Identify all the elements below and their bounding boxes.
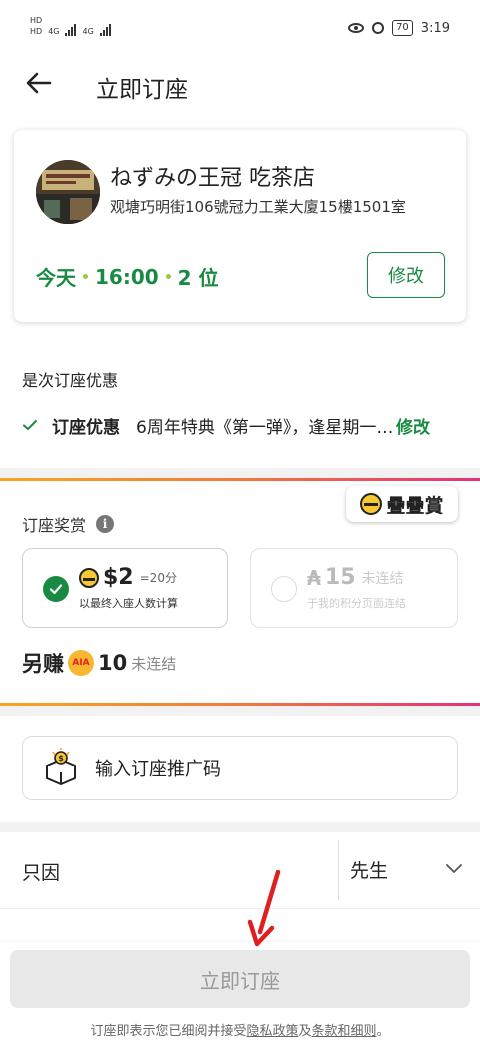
salutation-value: 先生 — [350, 859, 389, 882]
status-right: 70 3:19 — [348, 20, 450, 36]
separator-dot — [83, 274, 88, 279]
app-header: 立即订座 — [0, 56, 480, 116]
network-indicators: HD HD 4G 4G — [30, 16, 111, 36]
reward-points-amount: ₳ 15 未连结 — [307, 565, 404, 590]
coin-icon — [79, 567, 99, 588]
restaurant-card: ねずみの王冠 吃茶店 观塘巧明街106號冠力工業大廈15樓1501室 今天 16… — [14, 130, 466, 322]
chevron-down-icon — [446, 864, 462, 873]
alarm-icon — [372, 22, 385, 34]
page-title: 立即订座 — [96, 77, 188, 103]
clock: 3:19 — [420, 20, 450, 36]
separator-dot — [165, 274, 171, 279]
restaurant-avatar — [36, 160, 100, 224]
terms-suffix: 。 — [376, 1024, 390, 1039]
aia-icon: AIA — [68, 650, 94, 676]
points-status: 未连结 — [361, 570, 404, 587]
section-gap — [0, 822, 480, 832]
points-subtitle: 于我的积分页面连结 — [307, 597, 406, 610]
submit-booking-button[interactable]: 立即订座 — [10, 950, 470, 1008]
eye-icon — [348, 23, 365, 33]
divider — [338, 840, 339, 900]
guest-name-field[interactable]: 只因 — [22, 858, 322, 885]
radio-empty-icon — [271, 576, 297, 602]
terms-prefix: 订座即表示您已细阅并接受 — [90, 1024, 247, 1039]
cash-amount: $2 — [103, 565, 134, 590]
edit-promo-link[interactable]: 修改 — [396, 413, 430, 438]
gradient-divider — [0, 478, 480, 481]
points-amount: 15 — [324, 565, 356, 590]
section-gap — [0, 706, 480, 716]
restaurant-name: ねずみの王冠 吃茶店 — [110, 166, 315, 191]
rewards-title: 订座奖赏 i — [22, 512, 115, 536]
promo-section-title: 是次订座优惠 — [22, 371, 119, 390]
signal-label: 4G — [82, 27, 94, 36]
extra-earn: 另赚 AIA 10 未连结 — [22, 648, 176, 678]
extra-earn-status: 未连结 — [131, 654, 177, 673]
cash-equivalent: =20分 — [139, 571, 177, 585]
promo-label: 订座优惠 — [52, 417, 120, 438]
terms-link[interactable]: 条款和细则 — [312, 1024, 377, 1039]
rewards-title-text: 订座奖赏 — [22, 516, 87, 535]
reward-option-cash[interactable]: $2 =20分 以最终入座人数计算 — [22, 548, 228, 628]
guest-section: 只因 先生 — [0, 832, 480, 942]
reward-cash-amount: $2 =20分 — [79, 565, 177, 590]
info-icon[interactable]: i — [96, 515, 115, 533]
check-icon — [23, 420, 37, 430]
status-bar: HD HD 4G 4G 70 3:19 — [0, 0, 480, 56]
coin-icon — [360, 493, 383, 515]
restaurant-address: 观塘巧明街106號冠力工業大廈15樓1501室 — [110, 198, 406, 216]
back-arrow-icon[interactable] — [24, 68, 54, 98]
brand-badge: 疊疊賞 — [346, 486, 458, 522]
promo-code-label: 输入订座推广码 — [95, 759, 221, 780]
signal-icon — [99, 24, 111, 36]
battery-icon: 70 — [392, 20, 413, 36]
points-icon: ₳ — [307, 565, 321, 590]
terms-text: 订座即表示您已细阅并接受隐私政策及条款和细则。 — [0, 1020, 480, 1039]
booking-summary: 今天 16:00 2 位 — [36, 262, 219, 291]
hd-label: HD — [30, 16, 43, 25]
promo-code-button[interactable]: $ 输入订座推广码 — [22, 736, 458, 800]
rewards-section: 疊疊賞 订座奖赏 i $2 =20分 以最终入座人数计算 ₳ 15 未连结 于我… — [0, 478, 480, 706]
promo-description: 6周年特典《第一弹》，逢星期一至四 — [136, 417, 394, 438]
extra-earn-amount: 10 — [98, 651, 128, 675]
privacy-policy-link[interactable]: 隐私政策 — [246, 1024, 298, 1039]
signal-icon — [65, 24, 77, 36]
booking-date: 今天 — [36, 266, 76, 290]
hd-label: HD — [30, 27, 43, 36]
radio-checked-icon — [43, 576, 69, 602]
salutation-select[interactable]: 先生 — [350, 852, 462, 886]
svg-text:$: $ — [58, 754, 64, 763]
brand-name: 疊疊賞 — [386, 494, 444, 517]
promo-row: 订座优惠 6周年特典《第一弹》，逢星期一至四 修改 — [22, 412, 462, 438]
edit-booking-button[interactable]: 修改 — [367, 252, 445, 298]
bottom-bar: 立即订座 订座即表示您已细阅并接受隐私政策及条款和细则。 — [0, 942, 480, 1061]
booking-party: 2 位 — [177, 266, 219, 290]
gift-box-icon: $ — [46, 748, 76, 785]
booking-time: 16:00 — [95, 264, 159, 289]
promo-code-section: $ 输入订座推广码 — [0, 716, 480, 822]
reward-option-points[interactable]: ₳ 15 未连结 于我的积分页面连结 — [250, 548, 458, 628]
extra-earn-label: 另赚 — [22, 652, 64, 676]
terms-and: 及 — [298, 1024, 312, 1039]
divider — [0, 908, 480, 909]
cash-subtitle: 以最终入座人数计算 — [79, 597, 178, 610]
signal-label: 4G — [48, 27, 60, 36]
